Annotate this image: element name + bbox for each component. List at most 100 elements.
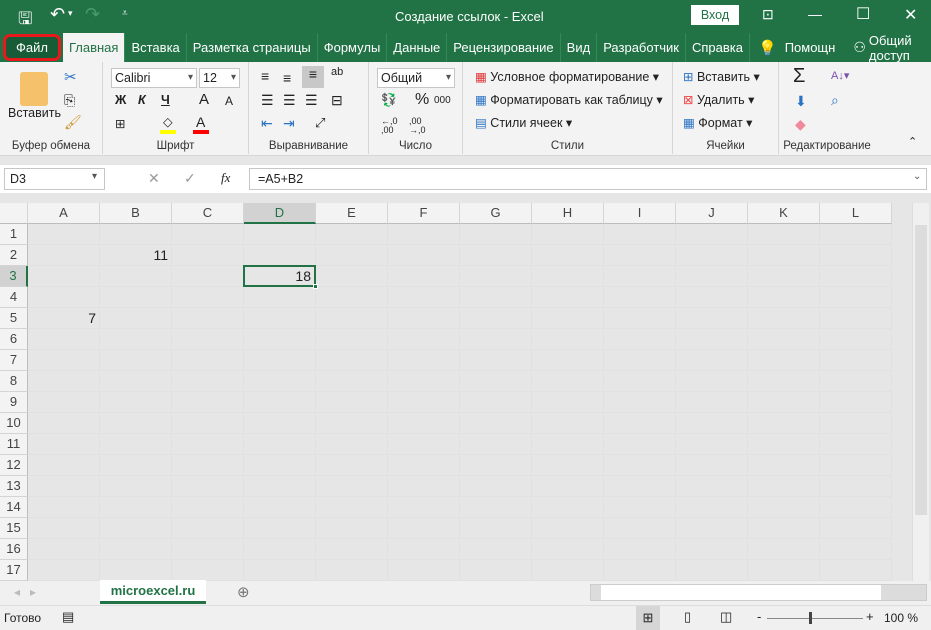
cell-H16[interactable] xyxy=(532,539,604,560)
signin-button[interactable]: Вход xyxy=(691,5,739,25)
zoom-level[interactable]: 100 % xyxy=(884,611,918,625)
cell-C13[interactable] xyxy=(172,476,244,497)
percent-button[interactable]: % xyxy=(415,91,429,109)
cell-styles-button[interactable]: ▤ Стили ячеек ▾ xyxy=(475,115,572,130)
scroll-tabs-right-icon[interactable]: ▸ xyxy=(30,585,36,599)
cell-B12[interactable] xyxy=(100,455,172,476)
cell-J17[interactable] xyxy=(676,560,748,581)
cell-B2[interactable]: 11 xyxy=(100,245,172,266)
cell-D17[interactable] xyxy=(244,560,316,581)
conditional-formatting-button[interactable]: ▦ Условное форматирование ▾ xyxy=(475,69,659,84)
autosum-button[interactable]: Σ xyxy=(793,65,805,88)
cell-F6[interactable] xyxy=(388,329,460,350)
cell-A9[interactable] xyxy=(28,392,100,413)
cell-H8[interactable] xyxy=(532,371,604,392)
cell-E2[interactable] xyxy=(316,245,388,266)
column-header-E[interactable]: E xyxy=(316,203,388,224)
cell-B11[interactable] xyxy=(100,434,172,455)
clear-icon[interactable]: ◆ xyxy=(795,116,806,133)
cell-A7[interactable] xyxy=(28,350,100,371)
cell-E16[interactable] xyxy=(316,539,388,560)
vertical-scrollbar[interactable] xyxy=(912,203,929,581)
paste-icon[interactable] xyxy=(20,72,48,106)
cell-I3[interactable] xyxy=(604,266,676,287)
cell-L2[interactable] xyxy=(820,245,892,266)
cell-G7[interactable] xyxy=(460,350,532,371)
cell-A5[interactable]: 7 xyxy=(28,308,100,329)
column-header-G[interactable]: G xyxy=(460,203,532,224)
cell-J6[interactable] xyxy=(676,329,748,350)
cell-J4[interactable] xyxy=(676,287,748,308)
row-header-5[interactable]: 5 xyxy=(0,308,28,329)
font-name-select[interactable]: Calibri xyxy=(111,68,197,88)
cell-C9[interactable] xyxy=(172,392,244,413)
cell-A13[interactable] xyxy=(28,476,100,497)
column-header-H[interactable]: H xyxy=(532,203,604,224)
cell-D1[interactable] xyxy=(244,224,316,245)
cell-B17[interactable] xyxy=(100,560,172,581)
cell-C10[interactable] xyxy=(172,413,244,434)
column-header-B[interactable]: B xyxy=(100,203,172,224)
fill-color-icon[interactable] xyxy=(160,130,176,134)
cell-B13[interactable] xyxy=(100,476,172,497)
align-left-icon[interactable]: ☰ xyxy=(261,92,274,109)
horizontal-scrollbar[interactable] xyxy=(590,584,927,601)
share-icon[interactable]: ⚇ xyxy=(853,39,866,56)
cell-H11[interactable] xyxy=(532,434,604,455)
cell-C5[interactable] xyxy=(172,308,244,329)
cell-J7[interactable] xyxy=(676,350,748,371)
cell-H1[interactable] xyxy=(532,224,604,245)
cell-E12[interactable] xyxy=(316,455,388,476)
cell-L4[interactable] xyxy=(820,287,892,308)
add-sheet-icon[interactable]: ⊕ xyxy=(237,583,250,601)
cell-D8[interactable] xyxy=(244,371,316,392)
cell-I11[interactable] xyxy=(604,434,676,455)
cell-L14[interactable] xyxy=(820,497,892,518)
fill-icon[interactable]: ⬇ xyxy=(795,93,807,110)
cell-F2[interactable] xyxy=(388,245,460,266)
formula-input[interactable]: =A5+B2 xyxy=(249,168,927,190)
cell-I5[interactable] xyxy=(604,308,676,329)
shrink-font-button[interactable]: A xyxy=(225,94,233,108)
row-header-15[interactable]: 15 xyxy=(0,518,28,539)
cancel-icon[interactable]: ✕ xyxy=(148,170,160,187)
underline-button[interactable]: Ч xyxy=(161,93,170,107)
row-header-13[interactable]: 13 xyxy=(0,476,28,497)
name-box[interactable]: D3 xyxy=(4,168,105,190)
cell-A1[interactable] xyxy=(28,224,100,245)
cell-F1[interactable] xyxy=(388,224,460,245)
cell-K14[interactable] xyxy=(748,497,820,518)
align-top-icon[interactable]: ≡ xyxy=(261,68,269,84)
align-center-icon[interactable]: ☰ xyxy=(283,92,296,109)
cell-I2[interactable] xyxy=(604,245,676,266)
cell-J2[interactable] xyxy=(676,245,748,266)
cell-J11[interactable] xyxy=(676,434,748,455)
cell-B14[interactable] xyxy=(100,497,172,518)
cut-icon[interactable]: ✂ xyxy=(64,68,77,86)
thousands-button[interactable]: 000 xyxy=(434,95,451,106)
cell-G6[interactable] xyxy=(460,329,532,350)
cell-E11[interactable] xyxy=(316,434,388,455)
copy-icon[interactable]: ⎘ xyxy=(64,92,75,109)
cell-A3[interactable] xyxy=(28,266,100,287)
cell-F4[interactable] xyxy=(388,287,460,308)
cell-F12[interactable] xyxy=(388,455,460,476)
cell-B15[interactable] xyxy=(100,518,172,539)
cell-I10[interactable] xyxy=(604,413,676,434)
save-icon[interactable]: 🖫 xyxy=(18,6,32,35)
cell-K13[interactable] xyxy=(748,476,820,497)
cell-I6[interactable] xyxy=(604,329,676,350)
column-header-C[interactable]: C xyxy=(172,203,244,224)
delete-cells-button[interactable]: ⊠ Удалить ▾ xyxy=(683,92,754,107)
column-header-A[interactable]: A xyxy=(28,203,100,224)
cell-F11[interactable] xyxy=(388,434,460,455)
cell-L12[interactable] xyxy=(820,455,892,476)
cell-G2[interactable] xyxy=(460,245,532,266)
cell-K8[interactable] xyxy=(748,371,820,392)
row-header-7[interactable]: 7 xyxy=(0,350,28,371)
tab-data[interactable]: Данные xyxy=(387,33,448,62)
row-header-4[interactable]: 4 xyxy=(0,287,28,308)
row-header-17[interactable]: 17 xyxy=(0,560,28,581)
cell-K4[interactable] xyxy=(748,287,820,308)
insert-cells-button[interactable]: ⊞ Вставить ▾ xyxy=(683,69,760,84)
